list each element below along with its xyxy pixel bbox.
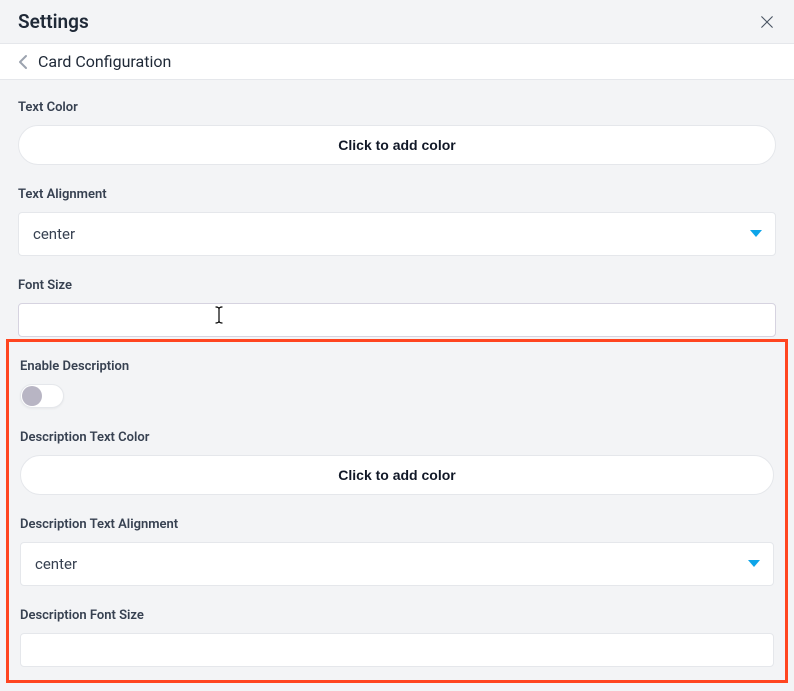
field-text-alignment: Text Alignment center — [18, 187, 776, 256]
back-icon[interactable] — [18, 54, 28, 70]
desc-text-alignment-select[interactable]: center — [20, 542, 774, 586]
settings-title: Settings — [18, 10, 89, 33]
label-desc-text-alignment: Description Text Alignment — [20, 517, 774, 532]
desc-font-size-input[interactable] — [20, 633, 774, 667]
label-text-color: Text Color — [18, 100, 776, 115]
field-font-size: Font Size — [18, 278, 776, 337]
field-desc-text-alignment: Description Text Alignment center — [20, 517, 774, 586]
breadcrumb: Card Configuration — [0, 43, 794, 80]
font-size-input[interactable] — [18, 303, 776, 337]
toggle-knob — [22, 386, 42, 406]
desc-text-color-button[interactable]: Click to add color — [20, 455, 774, 495]
label-enable-description: Enable Description — [20, 359, 774, 374]
enable-description-toggle[interactable] — [20, 384, 64, 408]
breadcrumb-title: Card Configuration — [38, 52, 171, 71]
field-enable-description: Enable Description — [20, 359, 774, 408]
label-desc-font-size: Description Font Size — [20, 608, 774, 623]
field-desc-font-size: Description Font Size — [20, 608, 774, 667]
text-alignment-select[interactable]: center — [18, 212, 776, 256]
form-area: Text Color Click to add color Text Align… — [0, 80, 794, 667]
label-text-alignment: Text Alignment — [18, 187, 776, 202]
field-desc-text-color: Description Text Color Click to add colo… — [20, 430, 774, 495]
label-font-size: Font Size — [18, 278, 776, 293]
close-icon[interactable] — [758, 13, 776, 31]
label-desc-text-color: Description Text Color — [20, 430, 774, 445]
settings-header: Settings — [0, 0, 794, 43]
field-text-color: Text Color Click to add color — [18, 100, 776, 165]
text-color-button[interactable]: Click to add color — [18, 125, 776, 165]
